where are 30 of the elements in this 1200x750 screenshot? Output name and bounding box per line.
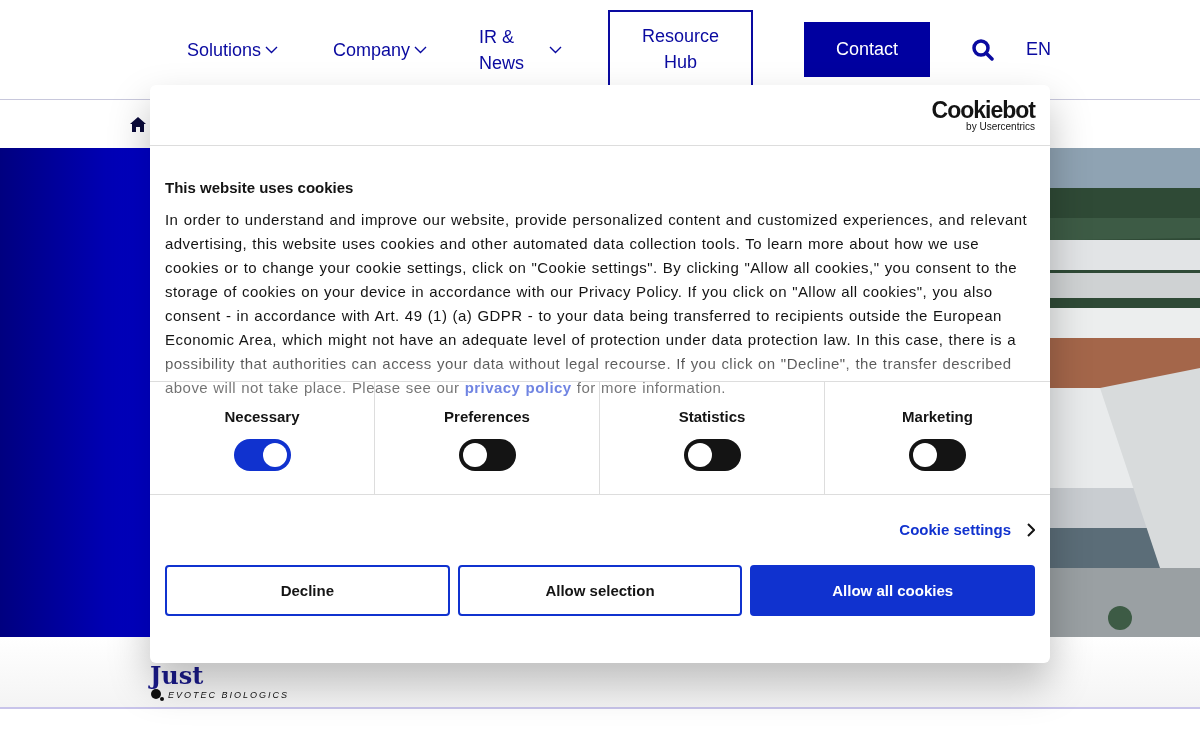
- consent-button[interactable]: Decline: [165, 565, 450, 616]
- nav-menu-item[interactable]: Solutions: [187, 36, 279, 63]
- dialog-title: This website uses cookies: [165, 179, 355, 196]
- logo-tagline: EVOTEC BIOLOGICS: [168, 689, 290, 700]
- chevron-right-icon: [1027, 522, 1035, 537]
- dot-icon: [150, 688, 164, 701]
- allow-all-button[interactable]: Allow all cookies: [750, 565, 1035, 616]
- category-label: Preferences: [444, 408, 530, 425]
- chevron-down-icon: [265, 45, 279, 54]
- category-label: Statistics: [678, 408, 746, 425]
- contact-button[interactable]: Contact: [804, 22, 931, 77]
- nav-menu-item[interactable]: Company: [333, 36, 428, 63]
- chevron-down-icon: [549, 45, 563, 54]
- category-label: Necessary: [224, 408, 300, 425]
- nav-menu-item[interactable]: IR & News: [479, 23, 563, 76]
- logo-wordmark: Just: [150, 664, 205, 688]
- toggle-switch[interactable]: [233, 439, 291, 471]
- category-label: Marketing: [902, 408, 973, 425]
- resource-hub-button[interactable]: Resource Hub: [608, 10, 754, 85]
- language-selector[interactable]: EN: [1026, 39, 1052, 60]
- search-icon[interactable]: [972, 38, 997, 61]
- home-icon[interactable]: [129, 115, 147, 133]
- toggle-switch[interactable]: [458, 439, 516, 471]
- cookie-settings-link[interactable]: Cookie settings: [899, 519, 1035, 540]
- cookiebot-logo: Cookiebot by Usercentrics: [931, 98, 1035, 132]
- chevron-down-icon: [414, 45, 428, 54]
- consent-button[interactable]: Allow selection: [457, 565, 743, 616]
- toggle-switch[interactable]: [683, 439, 741, 471]
- toggle-switch[interactable]: [909, 439, 966, 471]
- consent-text: In order to understand and improve our website, provide personalized content and customized experiences, and relevant advertising, this website uses cookies and other automated data collection tools. To learn more about how we use cookies or to change your cookie settings, click on "Cookie settings". By clicking "Allow all cookies," you consent to the storage of cookies on your device in accordance with our Privacy Policy. If you click on "Allow all cookies", you also consent - in accordance with Art. 49 (1) (a) GDPR - to your data being transferred to recipients outside the European Economic Area, which might not have an adequate level of protection under data protection law. In this case, there is a possibility that authorities can access your data without legal recourse. If you click on "Decline", the transfer described above will not take place. Please see our privacy policy for more information.: [165, 210, 1029, 398]
